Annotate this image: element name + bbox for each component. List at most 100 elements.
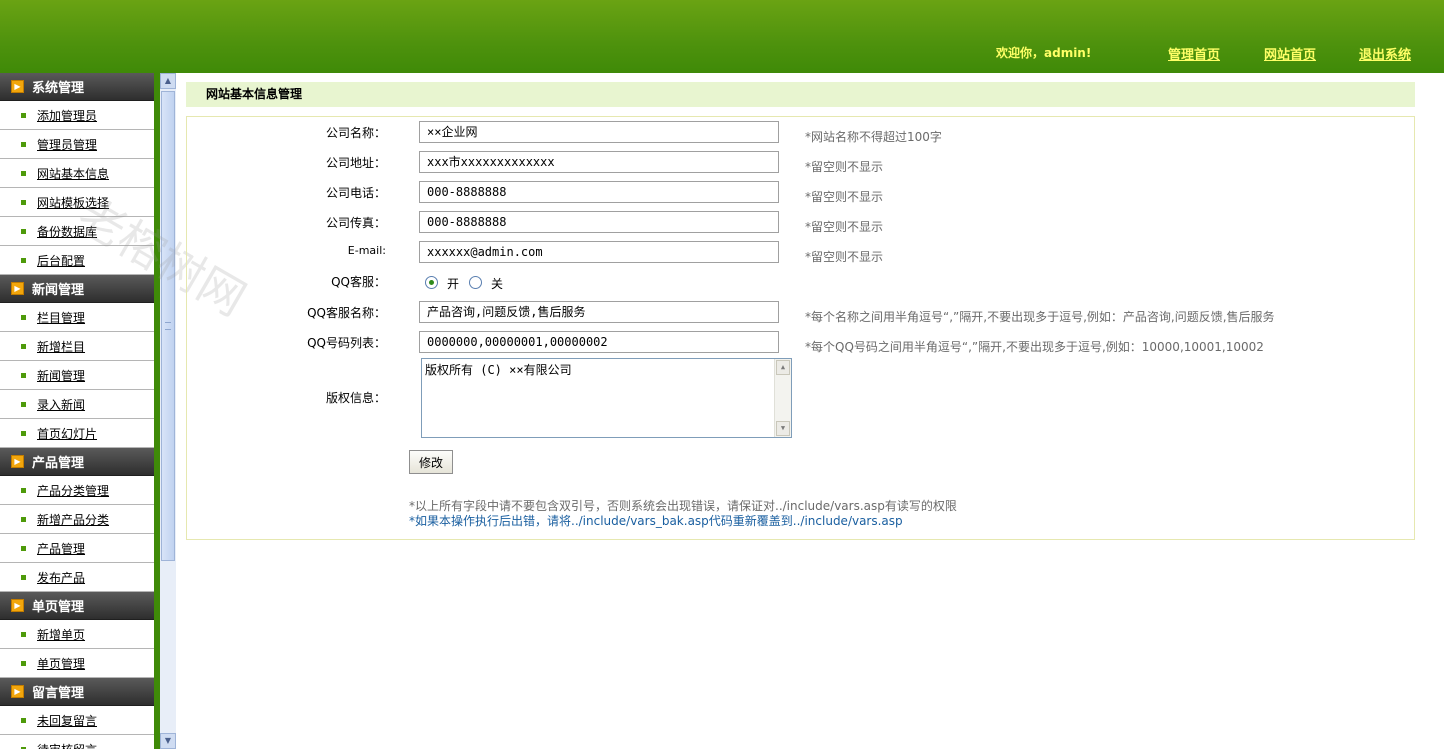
section-title: 新闻管理 — [32, 283, 85, 298]
menu-item-label: 发布产品 — [37, 570, 86, 585]
menu-item-label: 新增栏目 — [37, 339, 86, 354]
site-home-link[interactable]: 网站首页 — [1264, 44, 1316, 63]
top-header: 欢迎你，admin! 管理首页 网站首页 退出系统 — [0, 0, 1444, 73]
company-name-hint: *网站名称不得超过100字 — [805, 130, 942, 144]
menu-item-label: 新闻管理 — [37, 368, 86, 383]
company-fax-label: 公司传真： — [325, 216, 386, 230]
company-address-label: 公司地址： — [325, 156, 386, 170]
company-name-input[interactable]: ××企业网 — [419, 121, 779, 143]
menu-item-product-category-manage[interactable]: 产品分类管理 — [0, 476, 154, 505]
bullet-icon — [21, 401, 26, 407]
menu-section-news[interactable]: ▶ 新闻管理 — [0, 275, 154, 303]
menu-item-label: 待审核留言 — [37, 741, 97, 749]
qq-numbers-label: QQ号码列表： — [307, 336, 386, 350]
submit-button[interactable]: 修改 — [409, 450, 453, 474]
menu-section-products[interactable]: ▶ 产品管理 — [0, 448, 154, 476]
menu-item-page-manage[interactable]: 单页管理 — [0, 649, 154, 678]
copyright-text: 版权所有 (C) ××有限公司 — [425, 363, 572, 377]
expand-arrow-icon: ▶ — [11, 599, 24, 612]
menu-item-label: 备份数据库 — [37, 224, 98, 239]
qq-numbers-hint: *每个QQ号码之间用半角逗号“,”隔开,不要出现多于逗号,例如：10000,10… — [805, 340, 1264, 354]
menu-section-pages[interactable]: ▶ 单页管理 — [0, 592, 154, 620]
logout-link[interactable]: 退出系统 — [1359, 44, 1411, 63]
menu-item-add-news[interactable]: 录入新闻 — [0, 390, 154, 419]
company-address-input[interactable]: xxx市xxxxxxxxxxxxx — [419, 151, 779, 173]
bullet-icon — [21, 574, 26, 580]
menu-item-add-page[interactable]: 新增单页 — [0, 620, 154, 649]
email-label: E-mail: — [347, 244, 386, 257]
company-phone-label: 公司电话： — [325, 186, 386, 200]
section-title: 系统管理 — [32, 81, 85, 96]
menu-item-publish-product[interactable]: 发布产品 — [0, 563, 154, 592]
bullet-icon — [21, 660, 26, 666]
menu-section-messages[interactable]: ▶ 留言管理 — [0, 678, 154, 706]
menu-item-label: 新增单页 — [37, 627, 86, 642]
company-phone-hint: *留空则不显示 — [805, 190, 884, 204]
menu-item-site-template[interactable]: 网站模板选择 — [0, 188, 154, 217]
menu-item-label: 网站基本信息 — [37, 166, 110, 181]
sidebar-menu: ▶ 系统管理 添加管理员 管理员管理 网站基本信息 网站模板选择 备份数据库 后… — [0, 73, 154, 749]
scroll-down-icon[interactable]: ▼ — [160, 733, 176, 749]
textarea-scrollbar[interactable]: ▲ ▼ — [774, 359, 791, 437]
company-name-label: 公司名称： — [325, 126, 386, 140]
company-fax-hint: *留空则不显示 — [805, 220, 884, 234]
email-hint: *留空则不显示 — [805, 250, 884, 264]
admin-home-link[interactable]: 管理首页 — [1168, 44, 1220, 63]
sidebar-scrollbar[interactable]: ▲ ▼ — [160, 73, 176, 749]
expand-arrow-icon: ▶ — [11, 685, 24, 698]
expand-arrow-icon: ▶ — [11, 80, 24, 93]
menu-section-system[interactable]: ▶ 系统管理 — [0, 73, 154, 101]
textarea-scroll-up-icon[interactable]: ▲ — [776, 360, 790, 375]
menu-item-product-manage[interactable]: 产品管理 — [0, 534, 154, 563]
recovery-note: *如果本操作执行后出错，请将../include/vars_bak.asp代码重… — [409, 514, 903, 528]
bullet-icon — [21, 545, 26, 551]
menu-item-label: 录入新闻 — [37, 397, 86, 412]
menu-item-label: 添加管理员 — [37, 108, 98, 123]
grip-icon — [165, 322, 171, 330]
textarea-scroll-down-icon[interactable]: ▼ — [776, 421, 790, 436]
menu-item-add-admin[interactable]: 添加管理员 — [0, 101, 154, 130]
scrollbar-thumb[interactable] — [161, 91, 175, 561]
copyright-textarea[interactable]: 版权所有 (C) ××有限公司 ▲ ▼ — [421, 358, 792, 438]
menu-item-label: 首页幻灯片 — [37, 426, 98, 441]
company-address-hint: *留空则不显示 — [805, 160, 884, 174]
bullet-icon — [21, 717, 26, 723]
menu-item-home-slides[interactable]: 首页幻灯片 — [0, 419, 154, 448]
menu-item-site-info[interactable]: 网站基本信息 — [0, 159, 154, 188]
menu-item-pending-messages[interactable]: 待审核留言 — [0, 735, 154, 749]
bullet-icon — [21, 516, 26, 522]
menu-item-add-category[interactable]: 新增栏目 — [0, 332, 154, 361]
menu-item-add-product-category[interactable]: 新增产品分类 — [0, 505, 154, 534]
menu-item-news-manage[interactable]: 新闻管理 — [0, 361, 154, 390]
expand-arrow-icon: ▶ — [11, 455, 24, 468]
section-title: 留言管理 — [32, 686, 85, 701]
menu-item-unreplied-messages[interactable]: 未回复留言 — [0, 706, 154, 735]
menu-item-label: 单页管理 — [37, 656, 86, 671]
section-title: 产品管理 — [32, 456, 85, 471]
menu-item-category-manage[interactable]: 栏目管理 — [0, 303, 154, 332]
company-fax-input[interactable]: 000-8888888 — [419, 211, 779, 233]
bullet-icon — [21, 372, 26, 378]
qq-numbers-input[interactable]: 0000000,00000001,00000002 — [419, 331, 779, 353]
menu-item-label: 后台配置 — [37, 253, 86, 268]
menu-item-label: 新增产品分类 — [37, 512, 110, 527]
company-phone-input[interactable]: 000-8888888 — [419, 181, 779, 203]
bullet-icon — [21, 170, 26, 176]
welcome-text: 欢迎你，admin! — [996, 46, 1092, 60]
menu-item-backend-config[interactable]: 后台配置 — [0, 246, 154, 275]
scroll-up-icon[interactable]: ▲ — [160, 73, 176, 89]
qq-names-input[interactable]: 产品咨询,问题反馈,售后服务 — [419, 301, 779, 323]
menu-item-label: 产品分类管理 — [37, 483, 110, 498]
email-input[interactable]: xxxxxx@admin.com — [419, 241, 779, 263]
qq-off-radio[interactable] — [469, 276, 482, 289]
qq-names-label: QQ客服名称： — [307, 306, 386, 320]
menu-item-admin-manage[interactable]: 管理员管理 — [0, 130, 154, 159]
bullet-icon — [21, 257, 26, 263]
bullet-icon — [21, 631, 26, 637]
qq-off-label: 关 — [491, 277, 504, 291]
menu-item-label: 网站模板选择 — [37, 195, 110, 210]
qq-on-radio[interactable] — [425, 276, 438, 289]
copyright-label: 版权信息： — [325, 391, 386, 405]
menu-item-backup-db[interactable]: 备份数据库 — [0, 217, 154, 246]
bullet-icon — [21, 430, 26, 436]
